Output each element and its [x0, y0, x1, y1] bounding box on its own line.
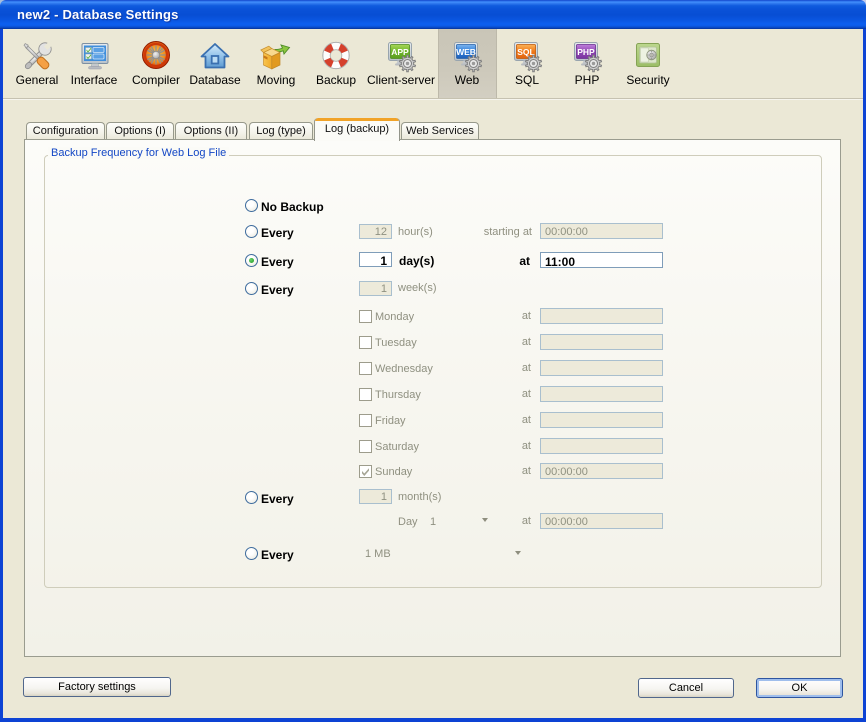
svg-text:SQL: SQL: [517, 47, 534, 57]
